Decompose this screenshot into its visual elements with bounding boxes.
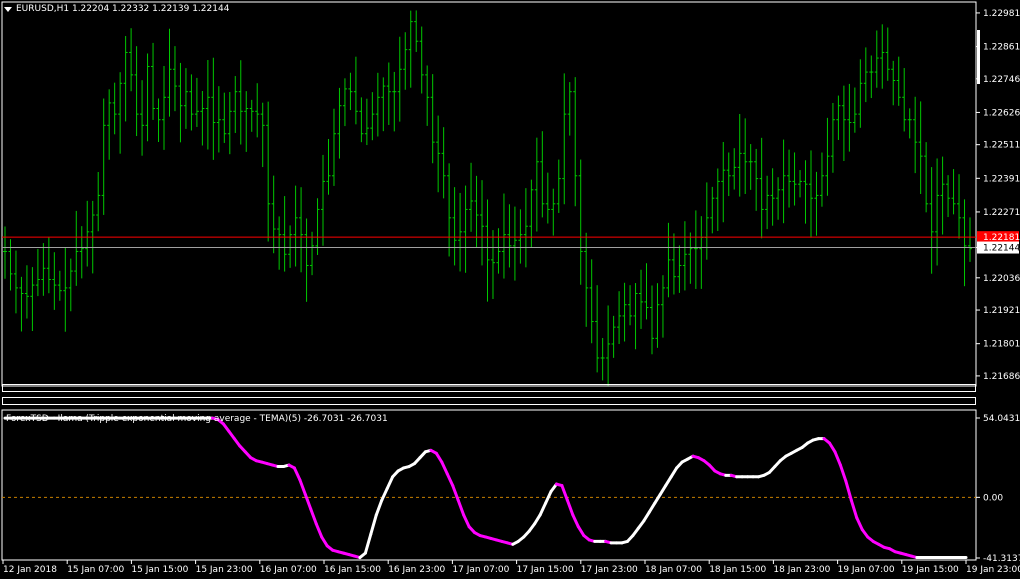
indicator-line-segment xyxy=(445,472,455,488)
time-tick-label: 18 Jan 15:00 xyxy=(709,565,766,575)
price-tick-label: 1.22036 xyxy=(983,274,1020,284)
time-tick-label: 19 Jan 07:00 xyxy=(838,565,895,575)
indicator-line-segment xyxy=(849,498,859,520)
indicator-line-segment xyxy=(664,475,673,488)
indicator-line-segment xyxy=(292,466,302,482)
indicator-line-segment xyxy=(533,513,542,526)
indicator-line-segment xyxy=(833,450,842,467)
indicator-line-segment xyxy=(451,484,460,502)
indicator-title: ForexTSD - Ilama (Tripple exponential mo… xyxy=(6,414,388,424)
price-tick-label: 1.22391 xyxy=(983,174,1020,184)
time-tick-label: 17 Jan 15:00 xyxy=(517,565,574,575)
price-tick-label: 1.22981 xyxy=(983,9,1020,19)
collapse-triangle-icon[interactable] xyxy=(4,6,12,12)
time-tick-label: 17 Jan 07:00 xyxy=(452,565,509,575)
trading-chart[interactable]: 1.22981 1.22861 1.22746 1.22626 1.22511 1.223… xyxy=(0,0,1020,579)
indicator-line-segment xyxy=(576,525,586,538)
indicator-line-segment xyxy=(658,484,668,496)
indicator-line-segment xyxy=(385,475,395,491)
symbol-quote-line: EURUSD,H1 1.22204 1.22332 1.22139 1.2214… xyxy=(16,4,230,14)
indicator-line-segment xyxy=(374,498,384,517)
time-tick-label: 15 Jan 15:00 xyxy=(131,565,188,575)
time-tick-label: 18 Jan 23:00 xyxy=(773,565,830,575)
price-tick-label: 1.21686 xyxy=(983,372,1020,382)
indicator-line-segment xyxy=(303,492,313,511)
indicator-line-segment xyxy=(565,498,575,517)
price-tick-label: 1.22271 xyxy=(983,208,1020,218)
indicator-tick-label: -41.3137 xyxy=(983,554,1020,564)
indicator-line-segment xyxy=(369,513,378,536)
price-tick-label: 1.22626 xyxy=(983,108,1020,118)
price-tick-label: 1.21921 xyxy=(983,306,1020,316)
time-tick-label: 19 Jan 15:00 xyxy=(902,565,959,575)
price-tick-label: 1.21801 xyxy=(983,340,1020,350)
indicator-line-segment xyxy=(653,492,662,505)
indicator-line-segment xyxy=(855,516,864,532)
hidden-subwindow-strip-1[interactable] xyxy=(2,384,976,392)
time-tick-label: 18 Jan 07:00 xyxy=(645,565,702,575)
indicator-line-segment xyxy=(309,507,318,526)
indicator-line-segment xyxy=(456,498,466,517)
bid-price-label: 1.22144 xyxy=(983,244,1020,254)
main-plot-frame xyxy=(1,1,977,387)
indicator-line-segment xyxy=(380,487,389,502)
indicator-line-segment xyxy=(560,484,569,502)
price-tick-label: 1.22861 xyxy=(983,43,1020,53)
price-tick-label: 1.22746 xyxy=(983,75,1020,85)
indicator-line-segment xyxy=(838,463,848,483)
indicator-line-segment xyxy=(298,478,307,496)
indicator-line-segment xyxy=(434,451,444,464)
indicator-line-segment xyxy=(363,532,373,555)
hidden-subwindow-strip-2[interactable] xyxy=(2,397,976,405)
time-tick-label: 16 Jan 15:00 xyxy=(324,565,381,575)
indicator-line-segment xyxy=(314,522,324,539)
indicator-line-segment xyxy=(827,441,837,454)
indicator-line-segment xyxy=(647,501,657,514)
indicator-tick-label: 0.00 xyxy=(983,493,1003,503)
indicator-line-segment xyxy=(440,460,449,476)
time-tick-label: 15 Jan 07:00 xyxy=(67,565,124,575)
time-tick-label: 16 Jan 07:00 xyxy=(260,565,317,575)
price-tick-label: 1.22511 xyxy=(983,141,1020,151)
indicator-line-segment xyxy=(571,513,580,529)
indicator-line-segment xyxy=(320,535,329,548)
indicator-line-segment xyxy=(538,501,548,517)
indicator-line-segment xyxy=(669,466,679,479)
indicator-tick-label: 54.0431 xyxy=(983,414,1020,424)
time-tick-label: 15 Jan 23:00 xyxy=(196,565,253,575)
indicator-line-segment xyxy=(642,510,651,523)
time-tick-label: 19 Jan 23:00 xyxy=(966,565,1020,575)
time-tick-label: 12 Jan 2018 xyxy=(3,565,57,575)
indicator-line-segment xyxy=(462,513,471,529)
time-tick-label: 17 Jan 23:00 xyxy=(581,565,638,575)
price-scale-scroll-handle[interactable] xyxy=(977,30,980,84)
symbol-header: EURUSD,H1 1.22204 1.22332 1.22139 1.2214… xyxy=(4,4,229,14)
time-tick-label: 16 Jan 23:00 xyxy=(388,565,445,575)
